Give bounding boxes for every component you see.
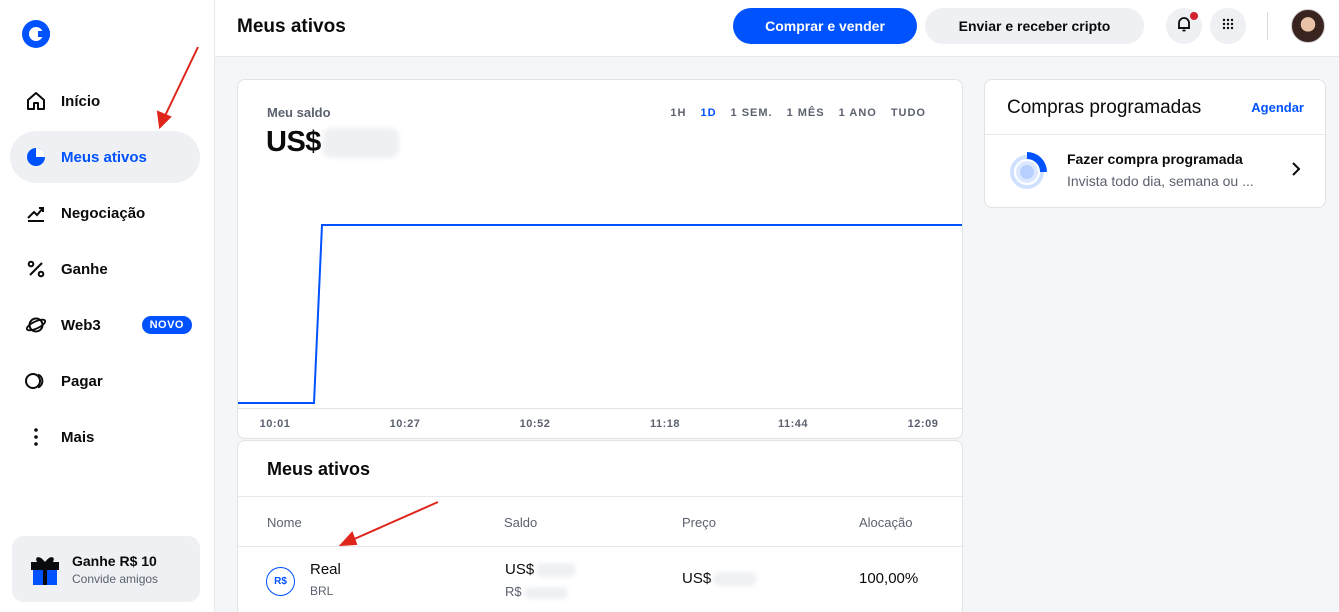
column-header-allocation[interactable]: Alocação [859,515,912,530]
scheduled-title: Compras programadas [1007,97,1202,118]
assets-card: Meus ativos Nome Saldo Preço Alocação R$… [237,440,964,612]
top-header: Meus ativos Comprar e vender Enviar e re… [215,0,1339,57]
range-3[interactable]: 1 MÊS [787,107,825,119]
asset-price-currency: US$ [682,570,712,587]
range-1[interactable]: 1D [700,107,716,119]
sidebar-item-label: Início [61,92,101,110]
sidebar-item-meus-ativos[interactable]: Meus ativos [10,131,200,183]
balance-label: Meu saldo [267,105,331,120]
assets-table-header: Nome Saldo Preço Alocação [238,496,964,547]
sidebar: Início Meus ativos Negociação Ganhe Web3 [0,0,215,612]
sidebar-item-negociacao[interactable]: Negociação [10,187,200,239]
asset-balance-currency: US$ [505,561,535,578]
trend-icon [25,202,47,224]
scheduled-buys-card: Compras programadas Agendar Fazer compra… [984,79,1327,208]
promo-subtitle: Convide amigos [72,571,159,586]
sidebar-nav: Início Meus ativos Negociação Ganhe Web3 [10,75,200,467]
more-vertical-icon [25,426,47,448]
x-tick-label: 11:44 [777,418,809,430]
coinbase-logo[interactable] [22,20,50,48]
range-2[interactable]: 1 SEM. [731,107,773,119]
range-5[interactable]: TUDO [891,107,926,119]
sidebar-item-label: Negociação [61,204,146,222]
scheduled-item-title[interactable]: Fazer compra programada [1067,151,1243,167]
assets-title: Meus ativos [267,459,371,479]
schedule-link[interactable]: Agendar [1251,100,1304,115]
column-header-price[interactable]: Preço [682,515,716,530]
balance-series-line [238,224,962,404]
redacted-amount [536,563,577,578]
redacted-amount [322,128,399,159]
brl-coin-icon: R$ [266,567,295,596]
x-tick-label: 12:09 [907,418,939,430]
chart-x-axis [238,408,962,409]
asset-allocation: 100,00% [859,570,919,587]
notification-dot [1190,12,1198,20]
column-header-name[interactable]: Nome [267,515,302,530]
sidebar-item-label: Meus ativos [61,148,147,166]
sidebar-item-ganhe[interactable]: Ganhe [10,243,200,295]
divider [985,134,1327,135]
range-4[interactable]: 1 ANO [839,107,877,119]
sidebar-item-inicio[interactable]: Início [10,75,200,127]
planet-icon [25,314,47,336]
home-icon [25,90,47,112]
asset-balance-brl-currency: R$ [505,584,522,599]
page-title: Meus ativos [237,16,346,37]
buy-sell-button[interactable]: Comprar e vender [733,8,917,44]
asset-balance: US$ [505,561,577,578]
asset-balance-brl: R$ [505,584,568,599]
percent-icon [25,258,47,280]
balance-line-chart [238,224,962,404]
header-divider [1267,12,1268,40]
chevron-right-icon[interactable] [1291,160,1301,181]
asset-price: US$ [682,570,758,587]
x-tick-label: 10:27 [389,418,421,430]
range-0[interactable]: 1H [670,107,686,119]
gift-icon [30,553,60,585]
balance-value: US$ [266,126,399,159]
sidebar-item-label: Ganhe [61,260,108,278]
redacted-amount [713,572,758,587]
sidebar-item-label: Pagar [61,372,103,390]
send-receive-button[interactable]: Enviar e receber cripto [925,8,1144,44]
sidebar-item-label: Mais [61,428,95,446]
apps-button[interactable] [1210,8,1246,44]
pie-chart-icon [25,146,47,168]
referral-promo[interactable]: Ganhe R$ 10 Convide amigos [12,536,200,602]
sidebar-item-mais[interactable]: Mais [10,411,200,463]
scheduled-item-subtitle: Invista todo dia, semana ou ... [1067,173,1254,189]
x-tick-label: 10:01 [259,418,291,430]
promo-title: Ganhe R$ 10 [72,552,157,569]
recurring-buy-icon [1007,148,1051,192]
redacted-amount [523,586,568,599]
x-tick-label: 11:18 [649,418,681,430]
sidebar-item-label: Web3 [61,316,101,334]
time-range-selector: 1H 1D 1 SEM. 1 MÊS 1 ANO TUDO [670,107,926,119]
table-row[interactable]: R$ Real BRL US$ R$ US$ 100,00% [238,548,964,612]
x-tick-label: 10:52 [519,418,551,430]
balance-currency: US$ [266,126,321,158]
pay-icon [25,370,47,392]
sidebar-item-web3[interactable]: Web3 NOVO [10,299,200,351]
avatar[interactable] [1291,9,1325,43]
bell-icon [1177,16,1191,37]
notifications-button[interactable] [1166,8,1202,44]
asset-symbol: BRL [310,584,334,598]
new-badge: NOVO [141,316,192,334]
column-header-balance[interactable]: Saldo [504,515,537,530]
asset-name: Real [310,561,341,578]
balance-card: Meu saldo US$ 1H 1D 1 SEM. 1 MÊS 1 ANO TUDO 1… [237,79,963,439]
sidebar-item-pagar[interactable]: Pagar [10,355,200,407]
grid-icon [1222,17,1234,35]
